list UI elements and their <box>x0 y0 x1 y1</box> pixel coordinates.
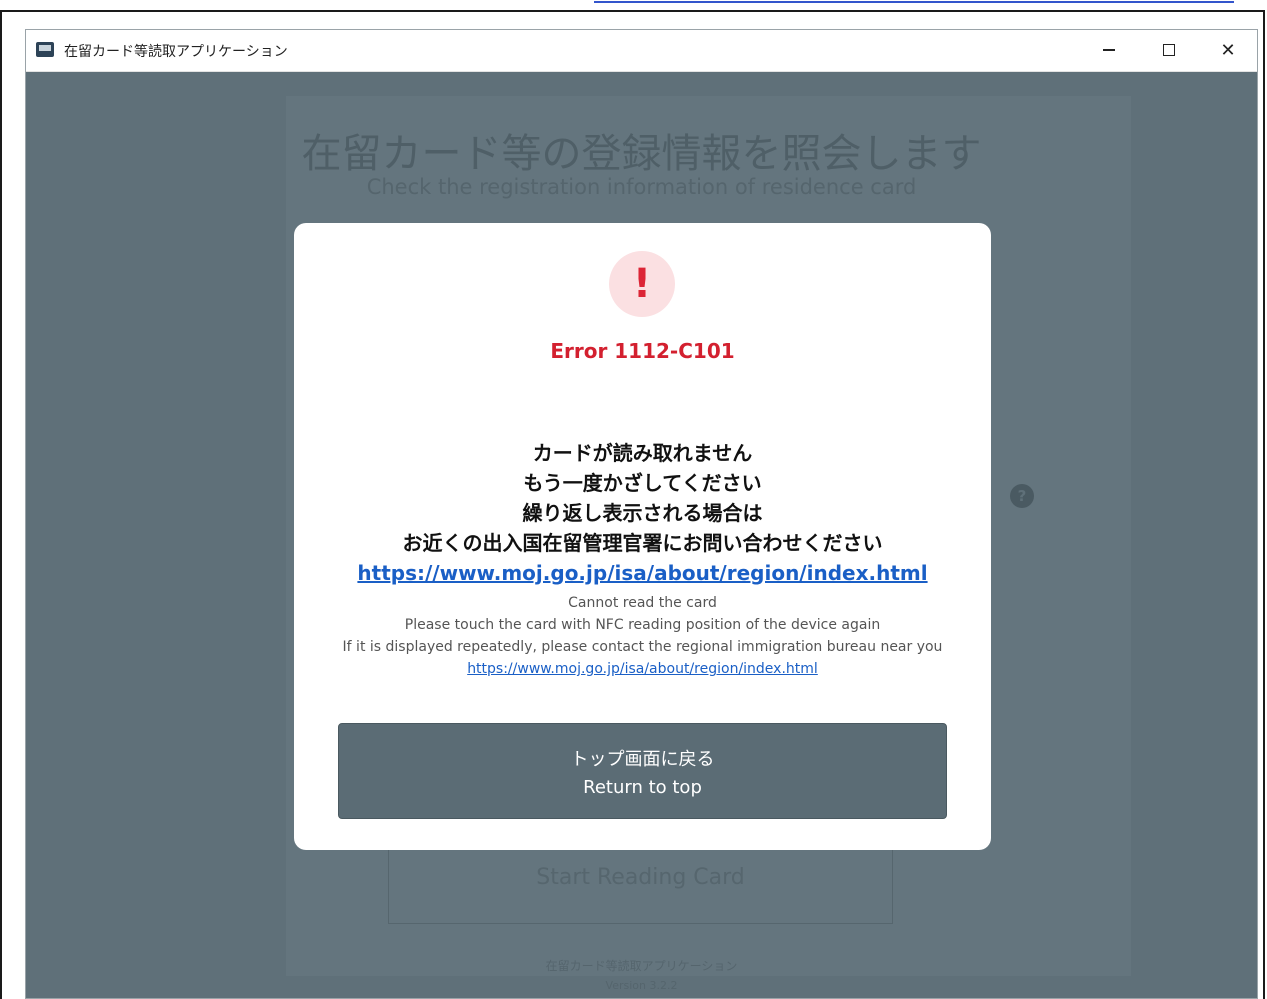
app-icon <box>36 42 54 57</box>
minimize-icon <box>1103 49 1115 51</box>
footer-app-name: 在留カード等読取アプリケーション <box>545 959 738 973</box>
close-icon: ✕ <box>1220 39 1236 61</box>
en-message: Cannot read the card Please touch the ca… <box>294 592 991 680</box>
jp-message-line: 繰り返し表示される場合は <box>522 501 763 525</box>
en-message-line: Cannot read the card <box>568 595 717 611</box>
minimize-button[interactable] <box>1079 30 1139 70</box>
help-icon[interactable]: ? <box>1010 484 1034 508</box>
jp-message-line: もう一度かざしてください <box>523 471 762 495</box>
app-content: 在留カード等の登録情報を照会します Check the registration… <box>26 71 1257 998</box>
help-glyph: ? <box>1017 487 1027 505</box>
error-exclamation-icon: ! <box>609 251 675 317</box>
footer-version: Version 3.2.2 <box>605 979 678 992</box>
page-subheading: Check the registration information of re… <box>366 175 917 199</box>
return-to-top-button[interactable]: トップ画面に戻る Return to top <box>338 723 947 819</box>
jp-message-line: カードが読み取れません <box>532 441 753 465</box>
return-button-jp-label: トップ画面に戻る <box>570 749 715 770</box>
en-region-link[interactable]: https://www.moj.go.jp/isa/about/region/i… <box>467 658 818 680</box>
jp-message-line: お近くの出入国在留管理官署にお問い合わせください <box>402 531 883 555</box>
error-glyph: ! <box>632 261 652 307</box>
window-title: 在留カード等読取アプリケーション <box>64 44 288 60</box>
maximize-button[interactable] <box>1139 30 1199 70</box>
app-window: 在留カード等読取アプリケーション ✕ 在留カード等の登録情報を照会します Che… <box>25 29 1258 999</box>
return-button-en-label: Return to top <box>583 777 702 798</box>
start-reading-button: Start Reading Card <box>388 846 893 924</box>
jp-message: カードが読み取れません もう一度かざしてください 繰り返し表示される場合は お近… <box>294 438 991 588</box>
error-dialog: ! Error 1112-C101 カードが読み取れません もう一度かざしてくだ… <box>294 223 991 850</box>
page-heading: 在留カード等の登録情報を照会します <box>301 131 982 177</box>
maximize-icon <box>1163 44 1175 56</box>
error-code: Error 1112-C101 <box>550 339 735 363</box>
title-bar: 在留カード等読取アプリケーション ✕ <box>26 30 1257 72</box>
top-link-underline <box>594 0 1234 3</box>
en-message-line: Please touch the card with NFC reading p… <box>404 617 881 633</box>
en-message-line: If it is displayed repeatedly, please co… <box>342 639 943 655</box>
jp-region-link[interactable]: https://www.moj.go.jp/isa/about/region/i… <box>357 558 927 588</box>
close-button[interactable]: ✕ <box>1198 30 1257 70</box>
